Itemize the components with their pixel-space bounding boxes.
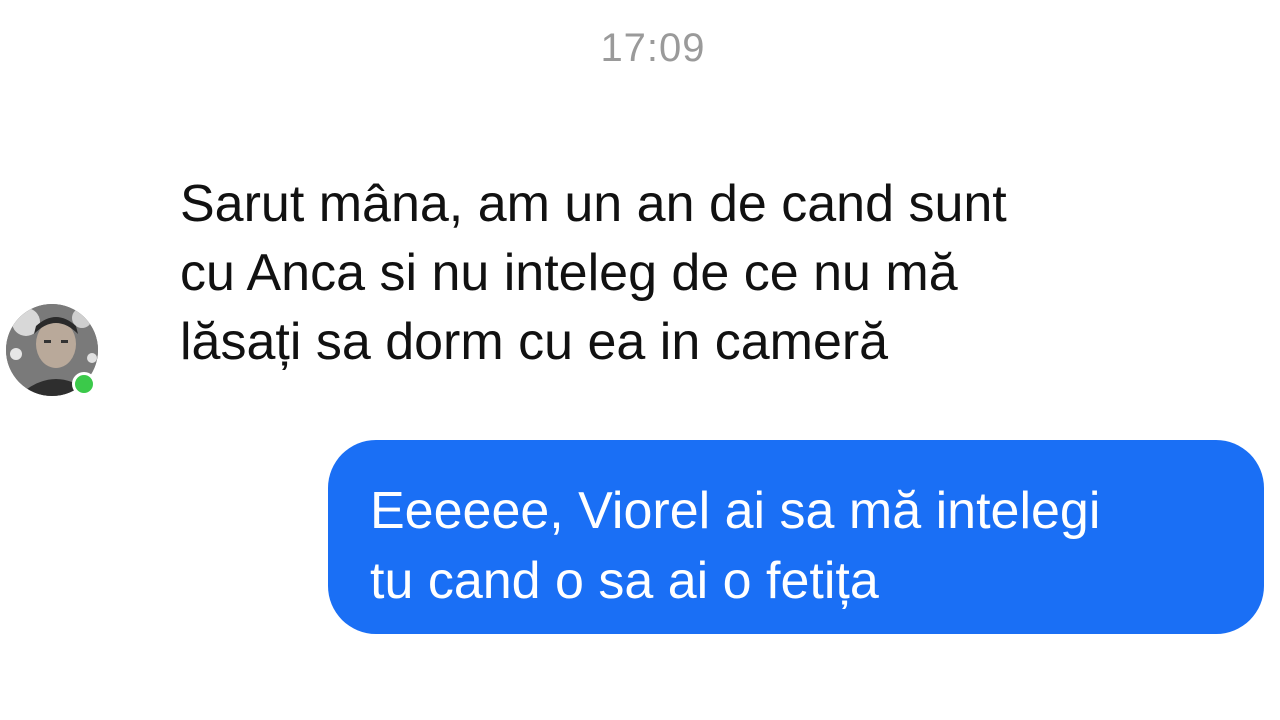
chat-screen: 17:09 Sarut mâna, am un an de cand sunt …	[0, 0, 1280, 720]
outgoing-message-bubble[interactable]: Eeeeee, Viorel ai sa mă intelegi tu cand…	[328, 440, 1264, 634]
message-timestamp: 17:09	[600, 26, 706, 70]
outgoing-message-text: Eeeeee, Viorel ai sa mă intelegi tu cand…	[370, 482, 1101, 610]
online-status-icon	[72, 372, 96, 396]
incoming-message-text: Sarut mâna, am un an de cand sunt cu Anc…	[180, 175, 1007, 371]
